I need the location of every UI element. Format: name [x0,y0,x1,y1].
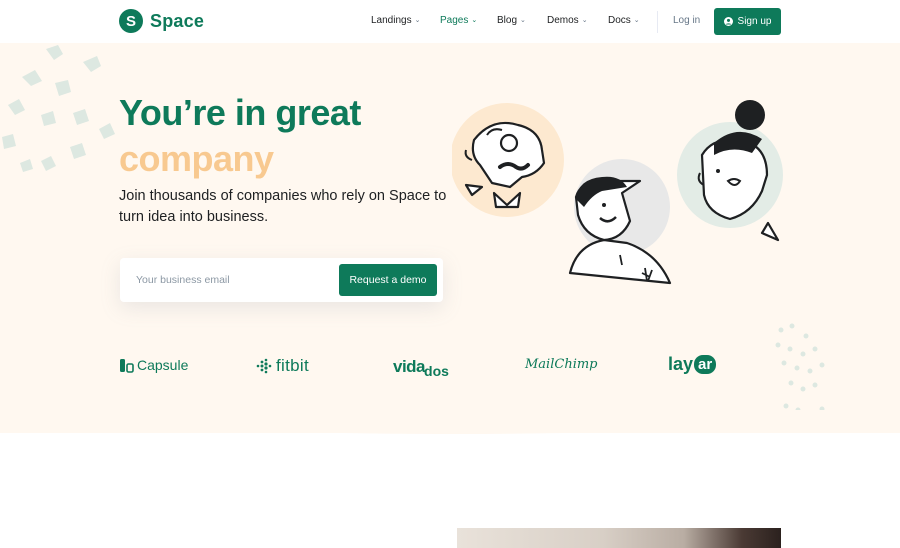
chevron-down-icon: ⌄ [581,17,588,24]
hero-title-highlight: company [119,138,274,179]
chevron-down-icon: ⌄ [414,17,421,24]
nav-item-landings[interactable]: Landings ⌄ [371,15,420,26]
nav-divider [657,11,658,33]
hero-lead: Join thousands of companies who rely on … [119,188,447,225]
people-illustration-icon [452,100,783,285]
hero-title: You’re in great [119,92,361,133]
capsule-logo-icon [120,358,134,373]
nav-item-label: Demos [547,15,579,26]
layar-logo-text: lay [668,354,694,374]
signup-button[interactable]: Sign up [714,8,781,35]
mailchimp-logo: MailChimp [525,357,598,372]
site-header: S Space Landings ⌄ Pages ⌄ Blog ⌄ Demos ⌄ Do… [0,0,900,43]
nav-item-label: Landings [371,15,412,26]
hero-wave-divider [0,410,900,434]
mailchimp-logo-text: MailChimp [525,357,598,372]
feature-photo [457,528,781,548]
fitbit-logo: fitbit [256,356,309,376]
client-logos: Capsule fitbit vida dos MailChimp lay ar [0,352,900,382]
nav-item-label: Blog [497,15,518,26]
vidados-logo-text-bottom: dos [424,363,449,379]
request-demo-button[interactable]: Request a demo [339,264,437,296]
nav-item-docs[interactable]: Docs ⌄ [608,15,640,26]
chevron-down-icon: ⌄ [471,17,478,24]
email-input[interactable] [130,266,342,294]
vidados-logo: vida dos [393,354,449,380]
fitbit-logo-icon [256,358,272,374]
brand-logo[interactable]: S Space [119,9,204,33]
capsule-logo-text: Capsule [137,357,189,373]
chevron-down-icon: ⌄ [520,17,526,24]
layar-logo-badge: ar [694,355,717,374]
brand-name: Space [150,10,205,31]
vidados-logo-text-top: vida [393,356,426,376]
capsule-logo: Capsule [119,357,188,373]
nav-item-demos[interactable]: Demos ⌄ [547,15,588,26]
demo-request-form: Request a demo [120,258,443,302]
chevron-down-icon: ⌄ [633,17,640,24]
login-link[interactable]: Log in [673,15,700,26]
layar-logo: lay ar [668,354,717,375]
logo-mark-icon: S [119,9,143,33]
fitbit-logo-text: fitbit [276,356,309,375]
user-icon [723,17,733,26]
nav-item-label: Docs [608,15,631,26]
signup-label: Sign up [737,16,772,27]
nav-item-label: Pages [440,15,469,26]
nav-item-pages[interactable]: Pages ⌄ [440,15,477,26]
nav-item-blog[interactable]: Blog ⌄ [497,15,526,26]
